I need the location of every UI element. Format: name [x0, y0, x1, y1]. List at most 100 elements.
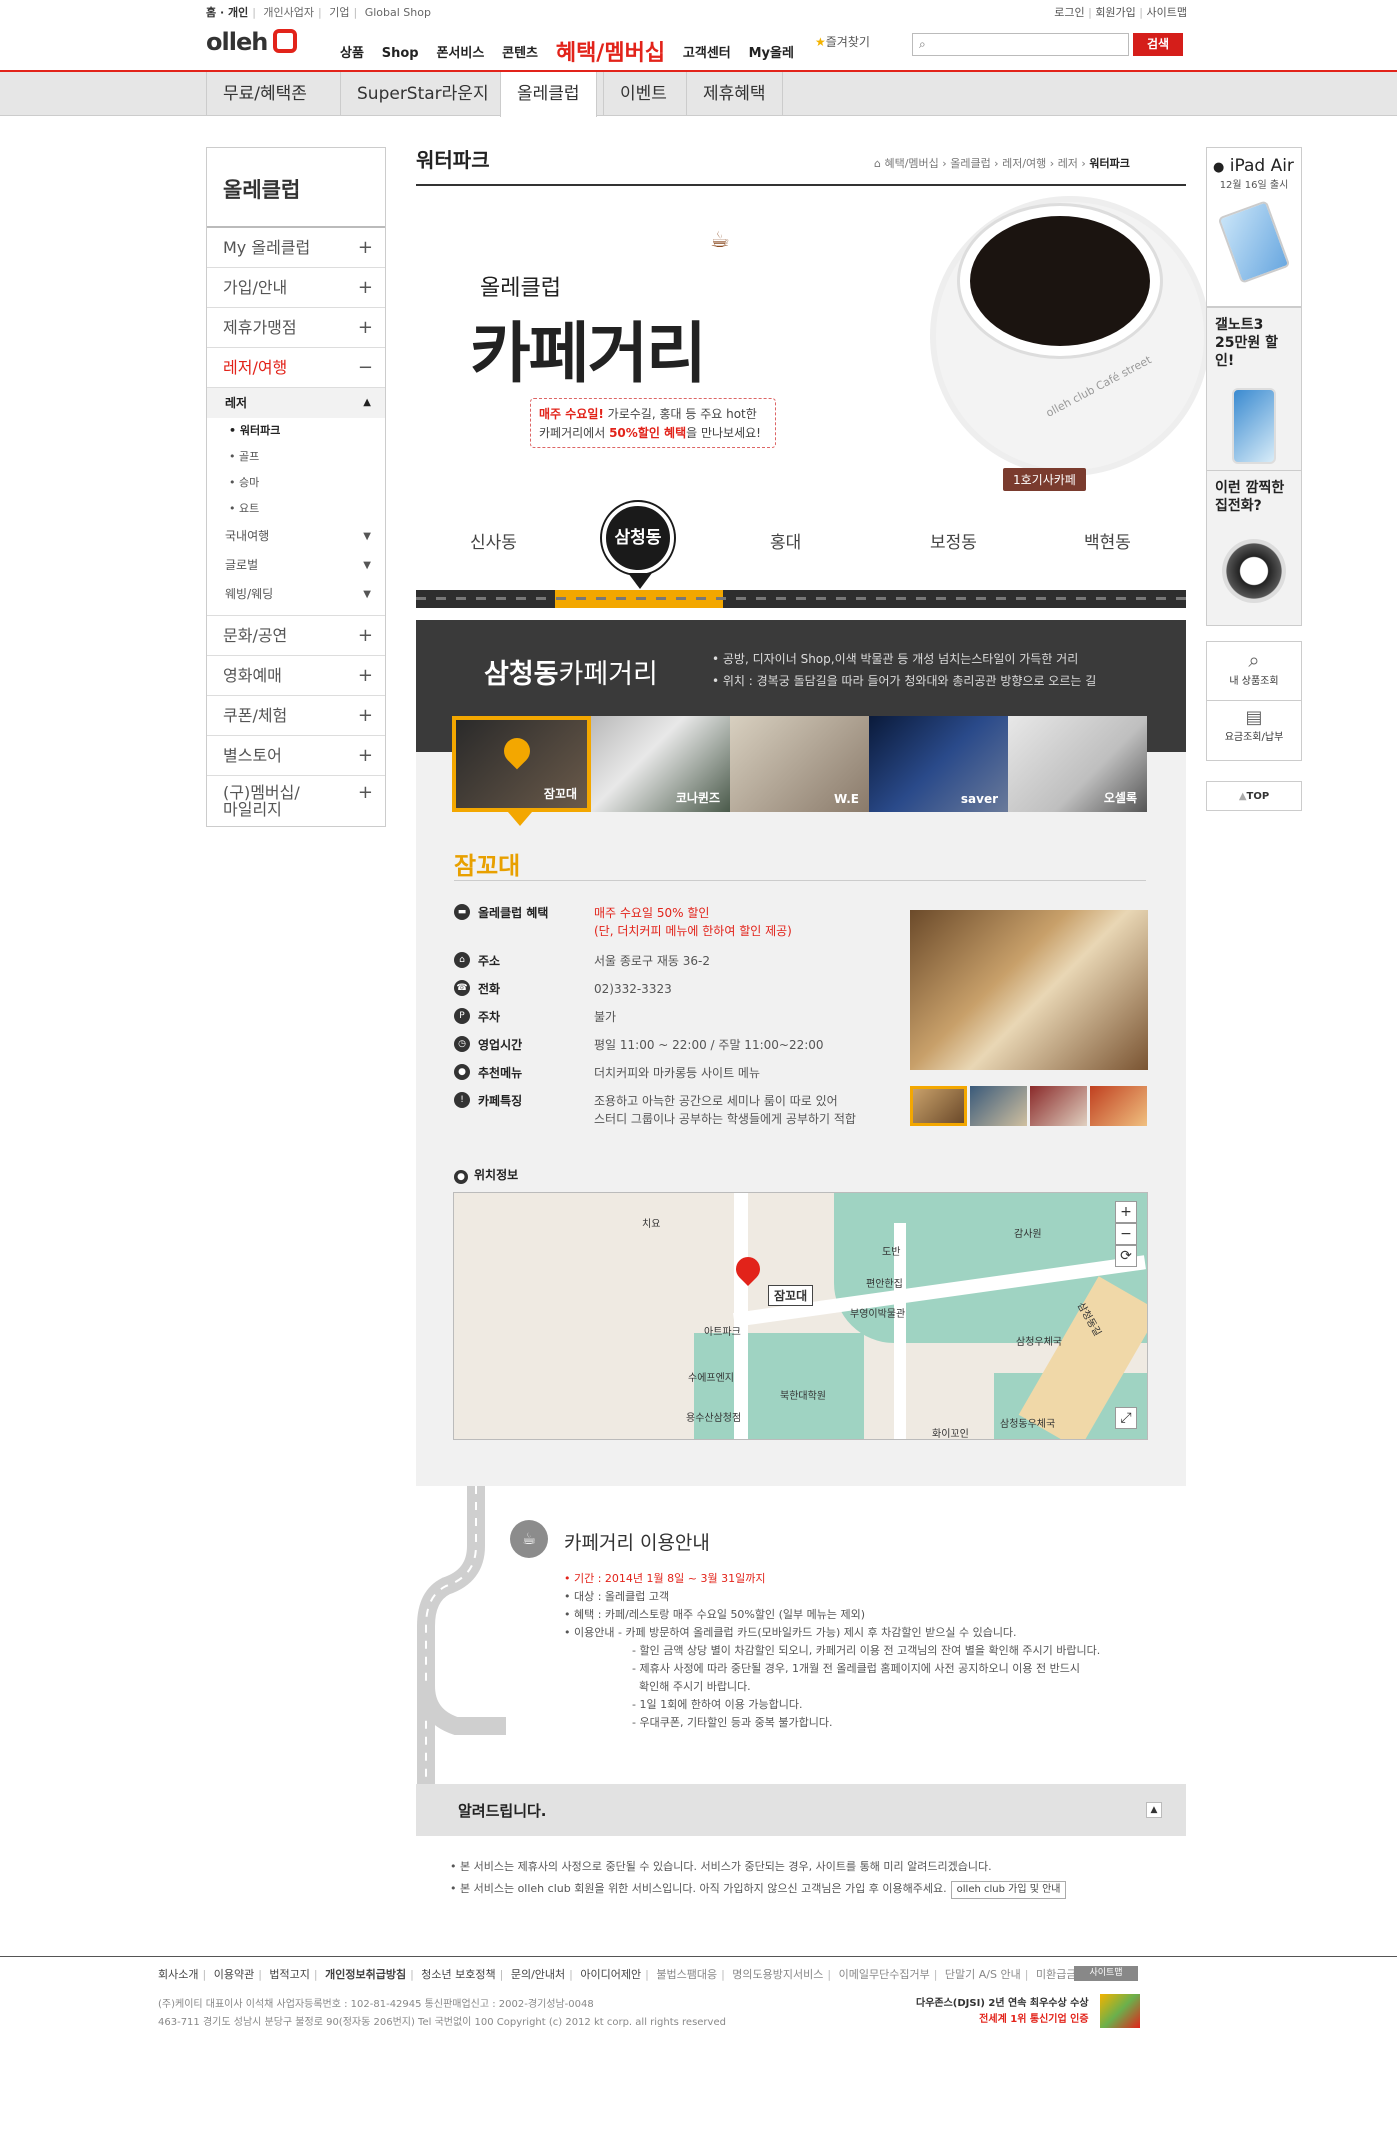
gnb-shop[interactable]: Shop — [382, 46, 419, 61]
district-info-line: • 위치 : 경복궁 돌담길을 따라 들어가 청와대와 총리공관 방향으로 오르… — [712, 674, 1097, 688]
footer-link[interactable]: 문의/안내처 — [511, 1968, 565, 1981]
guide-title: 카페거리 이용안내 — [564, 1532, 710, 1554]
subnav-ollehclub[interactable]: 올레클럽 — [500, 72, 597, 117]
footer-link[interactable]: 회사소개 — [158, 1968, 198, 1981]
top-button[interactable]: ▲TOP — [1206, 781, 1302, 811]
info-value: 매주 수요일 50% 할인 (단, 더치커피 메뉴에 한하여 할인 제공) — [594, 904, 792, 940]
clock-icon: ◷ — [454, 1036, 470, 1052]
lnb-item-leisure[interactable]: 레저/여행 − — [207, 348, 385, 388]
cafe-photo-thumb[interactable] — [910, 1086, 967, 1126]
district-bojeong[interactable]: 보정동 — [930, 528, 977, 553]
ipad-title: ● iPad Air — [1207, 148, 1301, 176]
district-hongdae[interactable]: 홍대 — [770, 528, 801, 553]
util-home[interactable]: 홈 · 개인 — [206, 6, 248, 19]
util-biz[interactable]: 개인사업자 — [263, 6, 314, 19]
lnb-sub-waterpark[interactable]: • 워터파크 — [207, 418, 385, 444]
footer-award: 다우존스(DJSI) 2년 연속 최우수상 수상 전세계 1위 통신기업 인증 — [916, 1996, 1089, 2028]
footer-link[interactable]: 명의도용방지서비스 — [732, 1968, 823, 1981]
map-fullscreen-button[interactable]: ⤢ — [1115, 1407, 1137, 1429]
ipad-air-banner[interactable]: ● iPad Air 12월 16일 출시 — [1206, 147, 1302, 307]
footer-link[interactable]: 이용약관 — [214, 1968, 254, 1981]
footer-link[interactable]: 법적고지 — [269, 1968, 309, 1981]
cafe-photo-thumb[interactable] — [1030, 1086, 1087, 1126]
lnb-item-join[interactable]: 가입/안내 + — [207, 268, 385, 308]
district-tabs: 신사동 홍대 보정동 백현동 — [416, 520, 1186, 590]
home-phone-banner[interactable]: 이런 깜찍한 집전화? — [1206, 470, 1302, 626]
lnb-group-domestic[interactable]: 국내여행 ▼ — [207, 522, 385, 551]
gnb-products[interactable]: 상품 — [340, 46, 364, 61]
lnb-sub-golf[interactable]: • 골프 — [207, 444, 385, 470]
cafe-photo-thumb[interactable] — [970, 1086, 1027, 1126]
breadcrumb-item[interactable]: 올레클럽 — [950, 157, 990, 170]
map-label: 수에프엔지 — [688, 1373, 734, 1384]
join-link[interactable]: 회원가입 — [1095, 6, 1135, 19]
billing-button[interactable]: ▤ 요금조회/납부 — [1206, 701, 1302, 761]
map-zoom-out-button[interactable]: − — [1115, 1223, 1137, 1245]
olleh-logo[interactable]: olleh — [206, 28, 298, 56]
info-row-feature: ! 카페특징 조용하고 아늑한 공간으로 세미나 룸이 따로 있어 스터디 그룹이… — [454, 1092, 874, 1136]
collapse-up-icon[interactable]: ▲ — [1146, 1802, 1162, 1818]
footer-link[interactable]: 이메일무단수집거부 — [839, 1968, 930, 1981]
breadcrumb-item[interactable]: 레저 — [1058, 157, 1078, 170]
cafe-thumb-label: 오셀록 — [1103, 791, 1137, 805]
gnb-phone-service[interactable]: 폰서비스 — [436, 46, 484, 61]
guide-target: • 대상 : 올레클럽 고객 — [564, 1590, 670, 1603]
footer-link[interactable]: 청소년 보호정책 — [421, 1968, 495, 1981]
lnb-item-coupon[interactable]: 쿠폰/체험 + — [207, 696, 385, 736]
lnb-sub-yacht[interactable]: • 요트 — [207, 496, 385, 522]
breadcrumb-item[interactable]: 레저/여행 — [1002, 157, 1046, 170]
gnb-my-olleh[interactable]: My올레 — [749, 46, 794, 61]
cafe-thumb-we[interactable]: W.E — [730, 716, 869, 812]
lnb-item-movie[interactable]: 영화예매 + — [207, 656, 385, 696]
subnav-free[interactable]: 무료/혜택존 — [206, 72, 323, 116]
gnb-customer[interactable]: 고객센터 — [683, 46, 731, 61]
sitemap-link[interactable]: 사이트맵 — [1147, 6, 1187, 19]
info-value-line: 스터디 그룹이나 공부하는 학생들에게 공부하기 적합 — [594, 1112, 856, 1126]
cafe-thumb-jamkkodae[interactable]: 잠꼬대 — [452, 716, 591, 812]
join-guide-button[interactable]: olleh club 가입 및 안내 — [950, 1881, 1067, 1899]
footer-link[interactable]: 단말기 A/S 안내 — [945, 1968, 1021, 1981]
map-reset-button[interactable]: ⟳ — [1115, 1245, 1137, 1267]
pin-tip — [628, 573, 652, 589]
cafe-photo-thumb[interactable] — [1090, 1086, 1147, 1126]
login-link[interactable]: 로그인 — [1054, 6, 1084, 19]
util-global[interactable]: Global Shop — [365, 6, 431, 19]
lnb-item-partners[interactable]: 제휴가맹점 + — [207, 308, 385, 348]
location-map[interactable]: 치요 도반 감사원 편안한집 부영이박물관 아트파크 수에프엔지 북한대학원 용… — [453, 1192, 1148, 1440]
lnb-item-old-membership[interactable]: (구)멤버십/ 마일리지 + — [207, 776, 385, 826]
lnb-item-my[interactable]: My 올레클럽 + — [207, 228, 385, 268]
subnav-partner[interactable]: 제휴혜택 — [686, 72, 783, 116]
map-zoom-in-button[interactable]: + — [1115, 1201, 1137, 1223]
breadcrumb-item[interactable]: 혜택/멤버십 — [884, 157, 938, 170]
subnav-superstar[interactable]: SuperStar라운지 — [340, 72, 505, 116]
galaxy-note-banner[interactable]: 갤노트3 25만원 할인! — [1206, 307, 1302, 477]
footer-sitemap-button[interactable]: 사이트맵 — [1074, 1966, 1138, 1981]
cafe-thumb-osulloc[interactable]: 오셀록 — [1008, 716, 1147, 812]
lnb-item-starstore[interactable]: 별스토어 + — [207, 736, 385, 776]
favorites-link[interactable]: ★즐겨찾기 — [815, 33, 870, 50]
gnb-contents[interactable]: 콘텐츠 — [502, 46, 538, 61]
lnb-item-culture[interactable]: 문화/공연 + — [207, 616, 385, 656]
district-samcheong-pin[interactable]: 삼청동 — [602, 502, 674, 574]
lnb-group-wedding[interactable]: 웨빙/웨딩 ▼ — [207, 580, 385, 609]
lnb-sub-leisure[interactable]: 레저 ▲ — [207, 388, 385, 418]
util-corp[interactable]: 기업 — [329, 6, 349, 19]
footer-link[interactable]: 불법스팸대응 — [656, 1968, 717, 1981]
district-sinsa[interactable]: 신사동 — [470, 528, 517, 553]
cafe-thumb-konaquinns[interactable]: 코나퀸즈 — [591, 716, 730, 812]
lnb-group-global[interactable]: 글로벌 ▼ — [207, 551, 385, 580]
cafe-thumb-saver[interactable]: saver — [869, 716, 1008, 812]
search-button[interactable]: 검색 — [1133, 33, 1183, 56]
subnav-event[interactable]: 이벤트 — [603, 72, 683, 116]
map-label: 용수산삼청점 — [686, 1413, 742, 1424]
cafe-info: ▬ 올레클럽 혜택 매주 수요일 50% 할인 (단, 더치커피 메뉴에 한하여 … — [454, 904, 874, 1136]
lnb-sub-riding[interactable]: • 승마 — [207, 470, 385, 496]
info-key: 추천메뉴 — [478, 1066, 523, 1080]
footer-link[interactable]: 아이디어제안 — [580, 1968, 641, 1981]
plus-icon: + — [357, 745, 373, 766]
district-baekhyeon[interactable]: 백현동 — [1084, 528, 1131, 553]
gnb-benefits[interactable]: 혜택/멤버십 — [556, 41, 665, 66]
my-products-button[interactable]: ⌕ 내 상품조회 — [1206, 641, 1302, 701]
search-input[interactable]: ⌕ — [912, 33, 1129, 56]
footer-link[interactable]: 개인정보취급방침 — [325, 1968, 406, 1981]
